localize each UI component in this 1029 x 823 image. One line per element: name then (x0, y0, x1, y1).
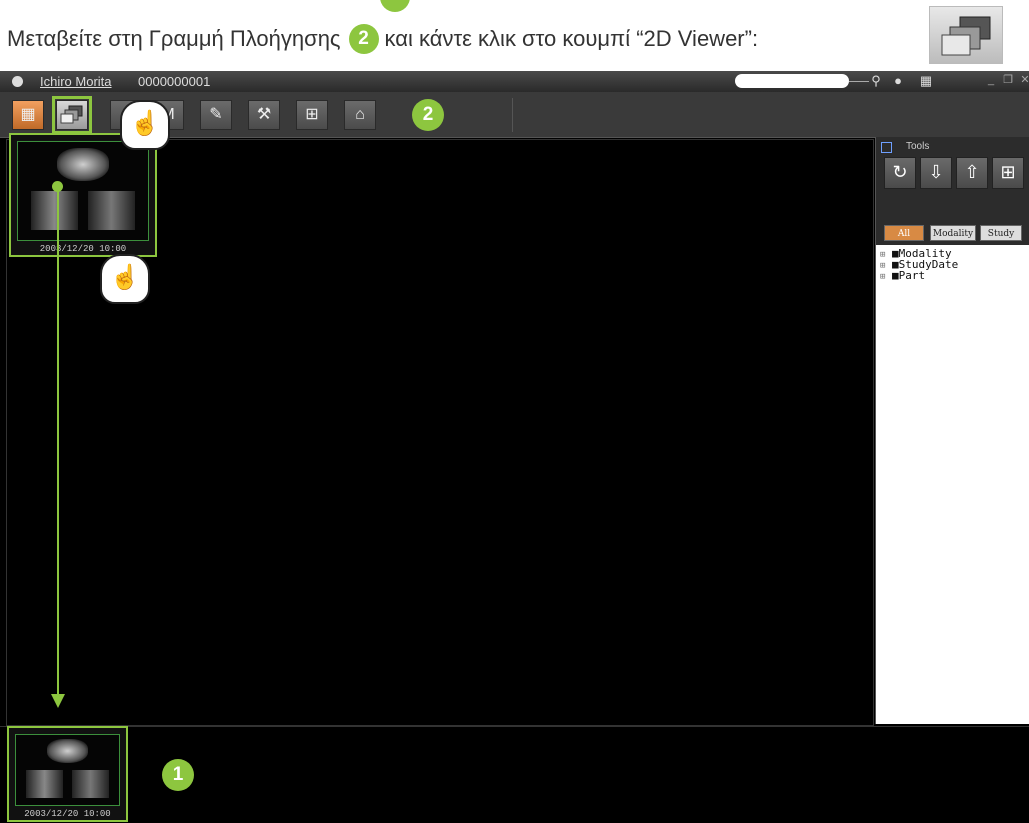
restore-icon[interactable]: ❐ (1002, 74, 1014, 86)
step-badge-2: 2 (412, 99, 444, 131)
search-divider (849, 81, 869, 82)
thumbnail-strip (0, 726, 1029, 823)
search-input[interactable] (735, 74, 849, 88)
step-badge-2: 2 (348, 24, 379, 54)
tree-item-part[interactable]: ⊞ ■Part (880, 269, 925, 282)
patient-name[interactable]: Ichiro Morita (40, 74, 112, 89)
step-badge-1: 1 (162, 759, 194, 791)
thumbnail-date: 2003/12/20 10:00 (24, 809, 111, 819)
tools-panel: Tools ↻ ⇩ ⇧ ⊞ All Modality Study ⊞ ■Moda… (875, 137, 1029, 724)
edit-notes-icon: ✎ (209, 106, 223, 123)
tree-label: ■Part (892, 269, 926, 282)
layout-button[interactable]: ⊞ (296, 100, 328, 130)
home-button[interactable]: ⌂ (344, 100, 376, 130)
2d-viewer-icon (60, 105, 83, 124)
users-icon[interactable]: ● (890, 73, 906, 89)
connector-arrow (51, 694, 65, 708)
wrench-icon: ⚒ (256, 106, 272, 123)
settings-button[interactable]: ⚒ (248, 100, 280, 130)
dental-scan-left (26, 770, 64, 798)
patient-status-icon (12, 76, 23, 87)
2d-viewer-reference-icon (929, 6, 1003, 64)
dental-scan-top (57, 147, 109, 182)
instruction-text: Μεταβείτε στη Γραμμή Πλοήγησης 2 και κάντε… (7, 24, 758, 54)
grid-view-icon[interactable]: ▦ (918, 73, 934, 89)
thumbnail-image (17, 141, 149, 241)
grid-icon: ▦ (20, 106, 36, 123)
minimize-icon[interactable]: _ (985, 74, 997, 86)
export-icon[interactable]: ⇧ (956, 157, 988, 189)
filter-tab-study[interactable]: Study (980, 225, 1022, 241)
pointing-hand-icon: ☝ (100, 254, 150, 304)
thumbnail-date: 2003/12/20 10:00 (39, 244, 127, 254)
dental-scan-top (46, 739, 89, 763)
study-thumbnail[interactable]: 2003/12/20 10:00 (9, 133, 157, 257)
2d-viewer-button[interactable] (52, 96, 92, 134)
thumbnail-image (15, 734, 120, 806)
2d-viewer-icon (941, 16, 991, 56)
dental-scan-right (88, 191, 135, 231)
pointing-hand-icon: ☝ (120, 100, 170, 150)
instruction-before: Μεταβείτε στη Γραμμή Πλοήγησης (7, 26, 341, 51)
home-icon: ⌂ (355, 106, 365, 123)
dental-scan-right (71, 770, 109, 798)
import-icon[interactable]: ⇩ (920, 157, 952, 189)
filter-tree: ⊞ ■Modality ⊞ ■StudyDate ⊞ ■Part (876, 245, 1029, 724)
loaded-study-thumbnail[interactable]: 2003/12/20 10:00 (7, 726, 128, 822)
search-icon[interactable]: ⚲ (868, 73, 884, 89)
toolbar-divider (512, 98, 513, 132)
layout-icon: ⊞ (305, 106, 319, 123)
filter-tab-all[interactable]: All (884, 225, 924, 241)
dental-scan-left (31, 191, 78, 231)
filter-tab-modality[interactable]: Modality (930, 225, 976, 241)
panel-toggle-icon[interactable] (881, 142, 892, 153)
close-icon[interactable]: ✕ (1019, 74, 1029, 86)
instruction-after: και κάντε κλικ στο κουμπί “2D Viewer”: (384, 26, 759, 51)
patient-id: 0000000001 (138, 74, 211, 89)
notes-button[interactable]: ✎ (200, 100, 232, 130)
step-badge-top-partial (380, 0, 410, 12)
tools-title: Tools (906, 141, 930, 152)
title-bar: Ichiro Morita 0000000001 ⚲ ● ▦ _ ❐ ✕ (0, 71, 1029, 92)
rotate-icon[interactable]: ↻ (884, 157, 916, 189)
patient-list-button[interactable]: ▦ (12, 100, 44, 130)
expand-icon[interactable]: ⊞ (880, 272, 885, 282)
connector-line (57, 185, 59, 698)
layout-tool-icon[interactable]: ⊞ (992, 157, 1024, 189)
